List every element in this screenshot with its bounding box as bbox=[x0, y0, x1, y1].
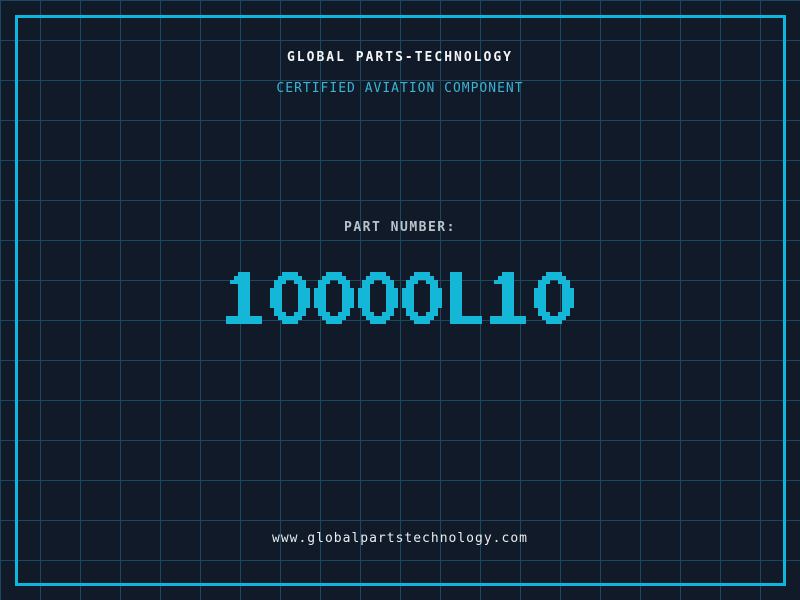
certificate-page: GLOBAL PARTS-TECHNOLOGY CERTIFIED AVIATI… bbox=[0, 0, 800, 600]
part-number-glyph bbox=[226, 272, 266, 324]
part-number-label: PART NUMBER: bbox=[344, 220, 456, 235]
part-number-glyph bbox=[314, 272, 354, 324]
part-number-glyph bbox=[446, 272, 486, 324]
company-name: GLOBAL PARTS-TECHNOLOGY bbox=[286, 50, 513, 65]
part-number-glyph bbox=[490, 272, 530, 324]
website-url: www.globalpartstechnology.com bbox=[272, 531, 528, 546]
tagline: CERTIFIED AVIATION COMPONENT bbox=[276, 81, 524, 96]
part-number-glyph bbox=[402, 272, 442, 324]
part-number-glyph bbox=[358, 272, 398, 324]
part-number-glyph bbox=[270, 272, 310, 324]
part-number-glyph bbox=[534, 272, 574, 324]
part-number-value bbox=[0, 272, 800, 324]
